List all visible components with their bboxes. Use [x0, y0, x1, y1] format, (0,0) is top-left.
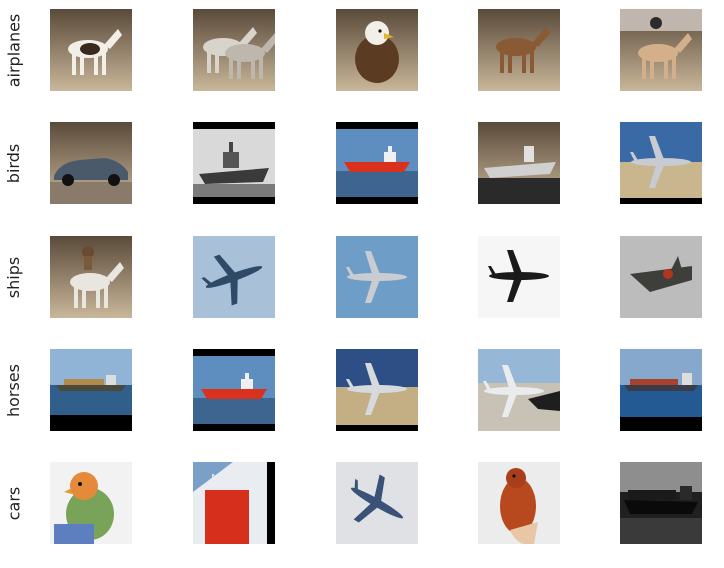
thumbnail-ship-warship-gray — [478, 122, 560, 204]
thumbnail-ship-cargo-sea — [50, 349, 132, 431]
thumbnail-bird-lovebird — [50, 462, 132, 544]
thumbnail-car-sedan — [50, 122, 132, 204]
thumbnail-airplane-bomber-sky — [193, 236, 275, 318]
row-label-cars: cars — [2, 462, 26, 544]
thumbnail-eagle — [336, 9, 418, 91]
row-label-text: birds — [4, 143, 24, 183]
thumbnail-horse-carriage — [193, 9, 275, 91]
row-label-horses: horses — [2, 349, 26, 431]
row-label-text: ships — [4, 256, 24, 298]
thumbnail-horse-pinto — [50, 9, 132, 91]
image-grid: airplanes birds ships horses cars MCT — [0, 0, 724, 568]
row-label-text: airplanes — [4, 13, 24, 87]
thumbnail-airplane-jet-tarmac — [336, 349, 418, 431]
thumbnail-airplane-fighter-sky — [336, 236, 418, 318]
thumbnail-airplane-silhouette-white — [478, 236, 560, 318]
row-label-text: cars — [4, 486, 24, 520]
thumbnail-ship-tanker-red — [336, 122, 418, 204]
thumbnail-bird-robin — [478, 462, 560, 544]
row-label-text: horses — [4, 363, 24, 417]
row-label-airplanes: airplanes — [2, 9, 26, 91]
thumbnail-ship-warship-bw — [193, 122, 275, 204]
thumbnail-ship-red-hull: MCT — [193, 462, 275, 544]
svg-text:MCT: MCT — [211, 472, 235, 485]
row-label-birds: birds — [2, 122, 26, 204]
thumbnail-horse-rider — [50, 236, 132, 318]
thumbnail-airplane-delta-gray — [620, 236, 702, 318]
thumbnail-airplane-fighter-blue — [336, 462, 418, 544]
thumbnail-airplane-jet-ground — [478, 349, 560, 431]
thumbnail-ship-tanker-red — [193, 349, 275, 431]
row-label-ships: ships — [2, 236, 26, 318]
thumbnail-ship-cargo-sea-2 — [620, 349, 702, 431]
thumbnail-ship-cargo-dark — [620, 462, 702, 544]
thumbnail-horse-rodeo — [620, 9, 702, 91]
thumbnail-airplane-jet-parked — [620, 122, 702, 204]
thumbnail-horse-brown — [478, 9, 560, 91]
